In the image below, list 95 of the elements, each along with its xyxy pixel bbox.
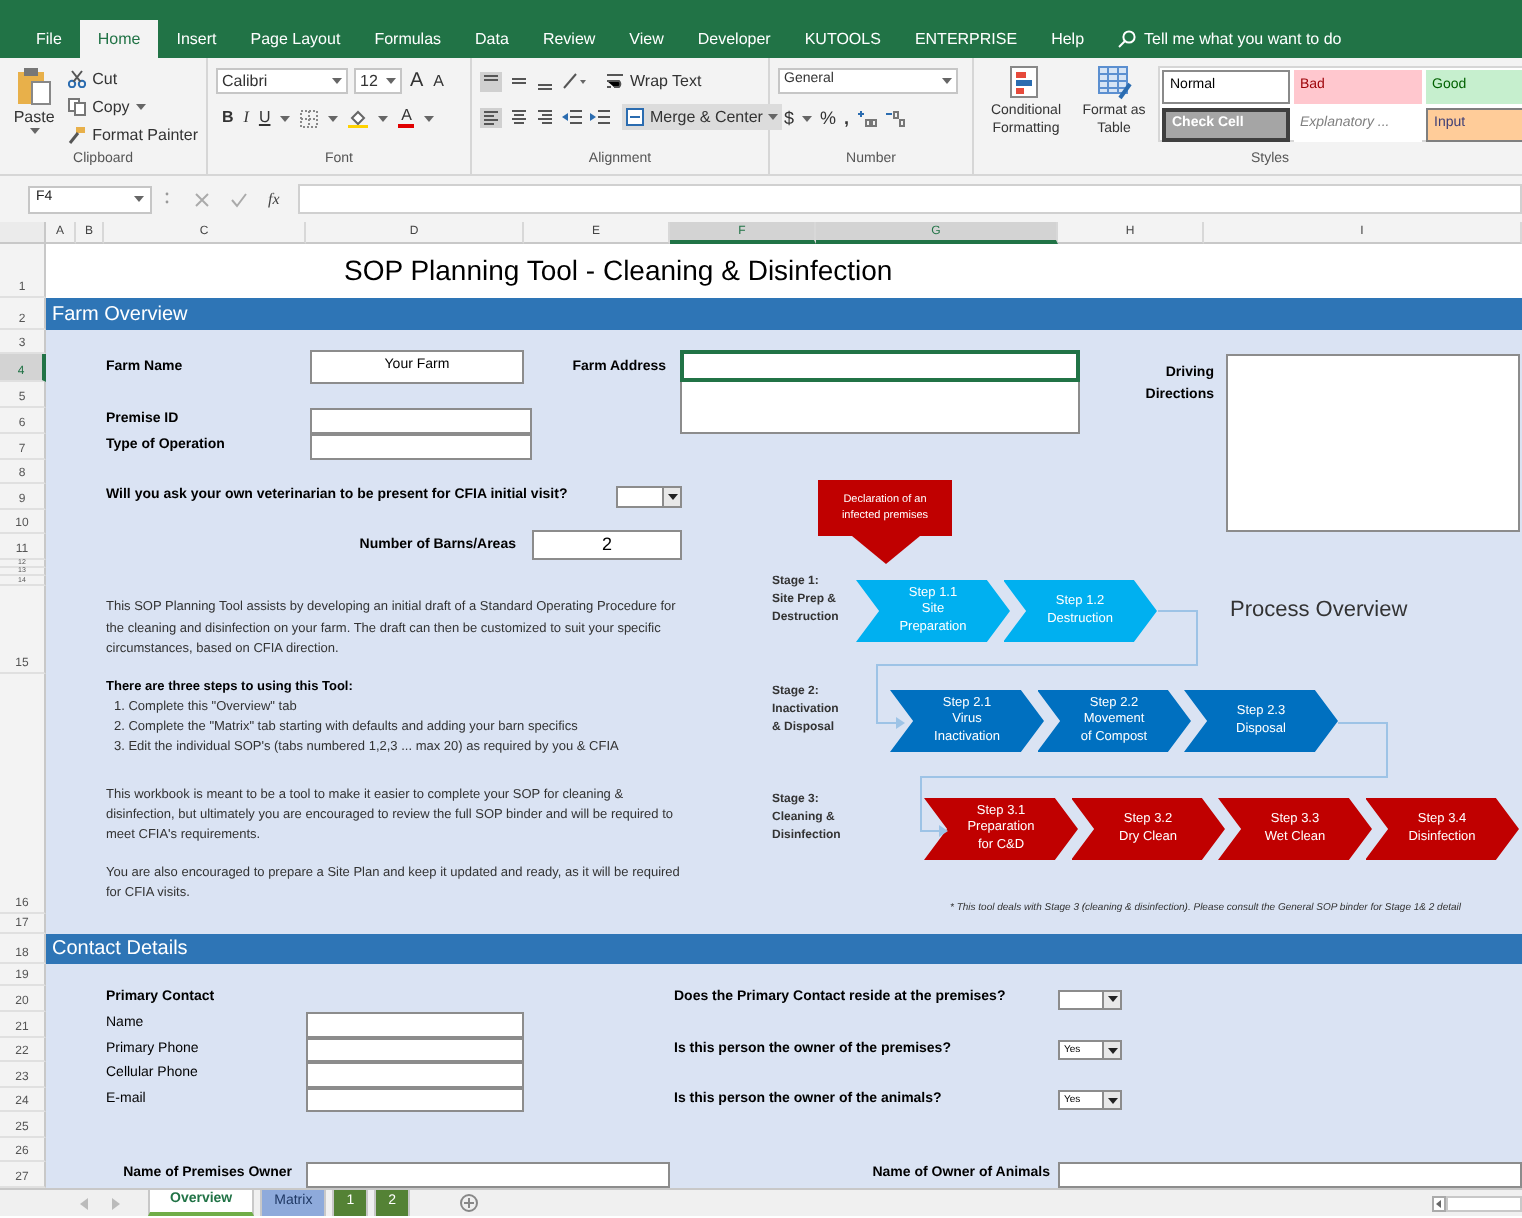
text-field[interactable]	[680, 350, 1080, 382]
currency-button[interactable]: $	[784, 106, 795, 133]
caret-icon	[280, 115, 291, 121]
ribbon-tab[interactable]: Insert	[160, 20, 233, 58]
text-orientation-icon[interactable]	[562, 72, 586, 90]
font-size-dropdown[interactable]: 12	[354, 68, 402, 94]
text-field[interactable]	[310, 408, 532, 434]
section-header: Contact Details	[46, 934, 1522, 964]
borders-icon[interactable]	[300, 109, 319, 127]
text-field[interactable]	[310, 434, 532, 460]
next-sheet-icon[interactable]	[112, 1197, 120, 1209]
ribbon-tab[interactable]: Data	[459, 20, 525, 58]
text-field[interactable]	[306, 1062, 524, 1088]
increase-decimal-icon[interactable]	[857, 110, 878, 129]
percent-button[interactable]: %	[820, 106, 837, 133]
text-field[interactable]	[1058, 1162, 1522, 1188]
caret-icon	[328, 115, 339, 121]
ribbon-tab[interactable]: Help	[1035, 20, 1101, 58]
caret-icon	[1107, 1047, 1117, 1053]
ribbon-tab[interactable]: ENTERPRISE	[898, 20, 1034, 58]
text-area[interactable]	[1226, 354, 1520, 532]
ribbon-tab[interactable]: Developer	[681, 20, 787, 58]
add-sheet-icon[interactable]	[460, 1194, 479, 1212]
paste-button[interactable]: Paste	[8, 66, 61, 146]
text-field[interactable]	[306, 1088, 524, 1112]
caret-icon	[386, 78, 396, 84]
ribbon-tab[interactable]: KUTOOLS	[788, 20, 897, 58]
align-middle-icon[interactable]	[510, 72, 528, 90]
align-top-icon[interactable]	[480, 71, 502, 91]
fill-color-icon[interactable]	[348, 108, 369, 128]
align-center-icon[interactable]	[510, 108, 528, 126]
table-icon	[1097, 66, 1131, 100]
font-name-dropdown[interactable]: Calibri	[216, 68, 348, 94]
text-field[interactable]	[680, 382, 1080, 434]
align-left-icon[interactable]	[480, 107, 502, 127]
decrease-decimal-icon[interactable]	[885, 110, 906, 129]
scissors-icon	[68, 70, 87, 88]
caret-icon	[1107, 996, 1117, 1002]
copy-button[interactable]: Copy	[68, 96, 198, 118]
increase-indent-icon[interactable]	[590, 108, 610, 126]
format-painter-button[interactable]: Format Painter	[68, 124, 198, 146]
caret-icon	[332, 78, 342, 84]
diagram-title: Process Overview	[1230, 596, 1408, 626]
merge-and-center-button[interactable]: Merge & Center	[622, 104, 783, 130]
formula-input[interactable]	[297, 184, 1522, 214]
sheet-title: SOP Planning Tool - Cleaning & Disinfection	[342, 252, 895, 290]
paintbrush-icon	[68, 126, 87, 144]
ribbon-tab[interactable]: Page Layout	[234, 20, 357, 58]
search-icon	[1118, 30, 1137, 48]
bold-button[interactable]: B	[222, 106, 234, 130]
caret-icon	[134, 196, 144, 202]
grow-font-button[interactable]: A	[408, 71, 426, 91]
dropdown[interactable]	[1058, 989, 1122, 1009]
ribbon-tab[interactable]: View	[613, 20, 680, 58]
font-color-button[interactable]: A	[398, 108, 415, 128]
text-field[interactable]: 2	[532, 530, 682, 560]
decrease-indent-icon[interactable]	[562, 108, 582, 126]
caret-icon	[667, 494, 677, 500]
caret-icon	[29, 128, 40, 134]
previous-sheet-icon[interactable]	[80, 1197, 88, 1209]
cancel-icon[interactable]	[194, 191, 210, 207]
caret-icon	[424, 115, 435, 121]
caret-icon	[802, 116, 813, 123]
comma-style-button[interactable]: ,	[844, 106, 850, 133]
caret-icon	[378, 115, 389, 121]
italic-button[interactable]: I	[243, 106, 249, 130]
shrink-font-button[interactable]: A	[431, 73, 447, 89]
clipboard-icon	[16, 66, 53, 106]
copy-icon	[68, 98, 87, 116]
ribbon-tab[interactable]: Review	[526, 20, 612, 58]
conditional-format-icon	[1010, 66, 1042, 100]
ribbon-tab[interactable]: File	[20, 20, 78, 58]
caret-icon	[768, 114, 779, 120]
insert-function-button[interactable]: fx	[268, 187, 280, 211]
ribbon-tab[interactable]: Formulas	[358, 20, 458, 58]
underline-button[interactable]: U	[258, 106, 271, 130]
caret-icon	[942, 78, 952, 84]
align-right-icon[interactable]	[536, 108, 554, 126]
scroll-left-icon[interactable]	[1432, 1195, 1446, 1211]
ribbon-tab[interactable]: Home	[79, 20, 159, 58]
tell-me-search[interactable]: Tell me what you want to do	[1118, 20, 1342, 58]
wrap-text-button[interactable]: Wrap Text	[606, 69, 702, 93]
down-arrow	[852, 536, 920, 564]
wrap-text-icon	[606, 72, 624, 90]
text-field[interactable]	[306, 1162, 670, 1188]
horizontal-scrollbar[interactable]	[1446, 1195, 1522, 1211]
enter-check-icon[interactable]	[230, 191, 248, 207]
section-header: Farm Overview	[46, 298, 1522, 330]
dropdown[interactable]	[616, 486, 682, 508]
caret-icon	[1107, 1097, 1117, 1103]
cut-button[interactable]: Cut	[68, 68, 198, 90]
merge-cells-icon	[626, 108, 644, 126]
text-field[interactable]	[306, 1038, 524, 1062]
caret-icon	[135, 104, 146, 110]
text-field[interactable]	[306, 1012, 524, 1038]
